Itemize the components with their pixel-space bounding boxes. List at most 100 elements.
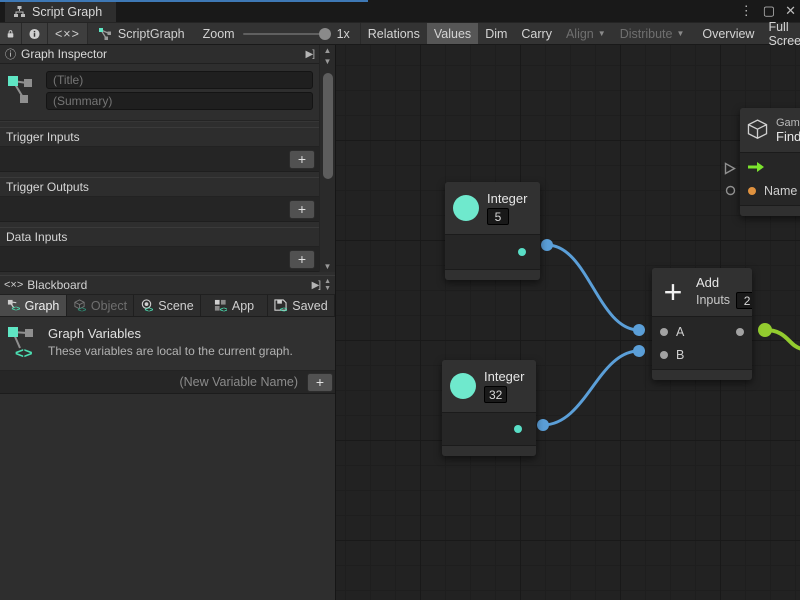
data-inputs-header: Data Inputs (0, 227, 319, 247)
input-port-b[interactable] (660, 351, 668, 359)
script-graph-icon (98, 27, 112, 40)
overview-button[interactable]: Overview (695, 23, 761, 44)
integer-type-icon (450, 373, 476, 399)
output-port[interactable] (736, 328, 744, 336)
graph-inspector-title: Graph Inspector (21, 47, 107, 61)
graph-title-block (0, 64, 319, 116)
chevron-down-icon: ▼ (676, 29, 684, 38)
tab-graph[interactable]: <> Graph (0, 295, 67, 316)
tab-app[interactable]: <> App (201, 295, 268, 316)
graph-summary-input[interactable] (46, 92, 313, 110)
tab-saved[interactable]: <> Saved (268, 295, 335, 316)
integer-value-field[interactable]: 32 (484, 386, 507, 403)
scrollbar-track[interactable] (320, 67, 336, 261)
graph-variables-title: Graph Variables (48, 326, 293, 341)
code-view-button[interactable]: <×> (48, 23, 88, 44)
zoom-value: 1x (337, 27, 350, 41)
node-integer-5[interactable]: Integer 5 (445, 182, 540, 280)
graph-breadcrumb[interactable]: ScriptGraph (88, 23, 195, 44)
graph-inspector-panel: ⓘ Graph Inspector ▶] (0, 45, 335, 272)
node-title: Add (696, 275, 752, 290)
tab-scene[interactable]: <> Scene (134, 295, 201, 316)
panel-dock-icon[interactable]: ▶] (312, 280, 320, 291)
graph-variables-info: <> Graph Variables These variables are l… (0, 317, 335, 371)
zoom-label: Zoom (203, 27, 235, 41)
saved-floppy-icon: <> (274, 299, 287, 312)
focused-window-accent-line (0, 0, 368, 2)
object-cube-icon: <> (73, 299, 86, 312)
scroll-up-arrow[interactable]: ▲ (320, 45, 336, 56)
lock-button[interactable] (0, 23, 22, 44)
distribute-dropdown[interactable]: Distribute ▼ (613, 23, 692, 44)
chevron-down-icon: ▼ (598, 29, 606, 38)
trigger-outputs-list: + (0, 197, 319, 222)
name-port-row: Name (740, 179, 800, 203)
add-variable-button[interactable]: + (307, 373, 333, 392)
integer-type-icon (453, 195, 479, 221)
svg-text:<>: <> (15, 345, 33, 360)
panel-dock-icon[interactable]: ▶] (306, 49, 314, 60)
blackboard-scroll-arrows[interactable]: ▲▼ (324, 279, 331, 292)
info-icon (29, 28, 40, 40)
close-icon[interactable]: ✕ (785, 3, 796, 19)
add-icon: + (658, 279, 688, 305)
node-subtitle: Game Object (776, 117, 800, 129)
tab-script-graph[interactable]: Script Graph (5, 2, 116, 22)
inspector-scrollbar: ▲ ▼ ▼ (319, 45, 335, 272)
window-menu-icon[interactable]: ⋮ (740, 3, 753, 19)
input-port-name[interactable] (748, 187, 756, 195)
blackboard-title: Blackboard (27, 278, 87, 292)
integer-value-field[interactable]: 5 (487, 208, 509, 225)
svg-text:<>: <> (219, 305, 226, 312)
lock-icon (7, 28, 14, 40)
scroll-down-arrow[interactable]: ▼ (320, 261, 336, 272)
graph-title-input[interactable] (46, 71, 313, 89)
trigger-indicator-icon (724, 162, 736, 175)
relations-toggle[interactable]: Relations (361, 23, 427, 44)
node-integer-32[interactable]: Integer 32 (442, 360, 536, 456)
maximize-icon[interactable]: ▢ (763, 3, 775, 19)
gameobject-cube-icon (746, 116, 769, 144)
scene-icon: <> (140, 299, 153, 312)
info-button[interactable] (22, 23, 48, 44)
trigger-inputs-list: + (0, 147, 319, 172)
zoom-slider[interactable] (243, 33, 329, 35)
svg-text:<>: <> (11, 304, 19, 312)
full-screen-button[interactable]: Full Screen (761, 23, 800, 44)
variables-icon: <×> (4, 279, 23, 291)
align-dropdown[interactable]: Align ▼ (559, 23, 613, 44)
node-find[interactable]: Game Object Find Name (740, 108, 800, 216)
node-add[interactable]: + Add Inputs 2 A (652, 268, 752, 380)
input-port-a[interactable] (660, 328, 668, 336)
svg-text:<>: <> (145, 305, 153, 312)
new-variable-name-input[interactable] (2, 373, 304, 391)
zoom-slider-handle[interactable] (319, 28, 331, 40)
graph-variables-icon (4, 71, 40, 110)
window-controls: ⋮ ▢ ✕ (740, 3, 796, 19)
scrollbar-thumb[interactable] (323, 73, 333, 179)
graph-toolbar: <×> ScriptGraph Zoom 1x Relations Values… (0, 22, 800, 45)
data-inputs-list: + (0, 247, 319, 272)
scroll-down-arrow[interactable]: ▼ (320, 56, 336, 67)
add-trigger-input-button[interactable]: + (289, 150, 315, 169)
output-port[interactable] (514, 425, 522, 433)
wire-integer32-to-add-b (543, 351, 639, 425)
dim-toggle[interactable]: Dim (478, 23, 514, 44)
script-graph-window: Script Graph ⋮ ▢ ✕ <×> (0, 0, 800, 600)
values-toggle[interactable]: Values (427, 23, 478, 44)
trigger-arrow-icon[interactable] (748, 162, 764, 172)
inputs-count-field[interactable]: 2 (736, 292, 752, 309)
graph-variables-icon: <> (7, 299, 20, 312)
output-port[interactable] (518, 248, 526, 256)
tab-object[interactable]: <> Object (67, 295, 134, 316)
port-row-b: B (652, 343, 752, 366)
carry-toggle[interactable]: Carry (514, 23, 559, 44)
graph-canvas[interactable]: Integer 5 Integer 32 (336, 45, 800, 600)
graph-variables-description: These variables are local to the current… (48, 344, 293, 358)
blackboard-tabs: <> Graph <> Object <> (0, 295, 335, 317)
value-indicator-icon (725, 185, 736, 196)
add-trigger-output-button[interactable]: + (289, 200, 315, 219)
tab-label: Script Graph (32, 5, 102, 19)
add-data-input-button[interactable]: + (289, 250, 315, 269)
trigger-port-row (740, 155, 800, 179)
